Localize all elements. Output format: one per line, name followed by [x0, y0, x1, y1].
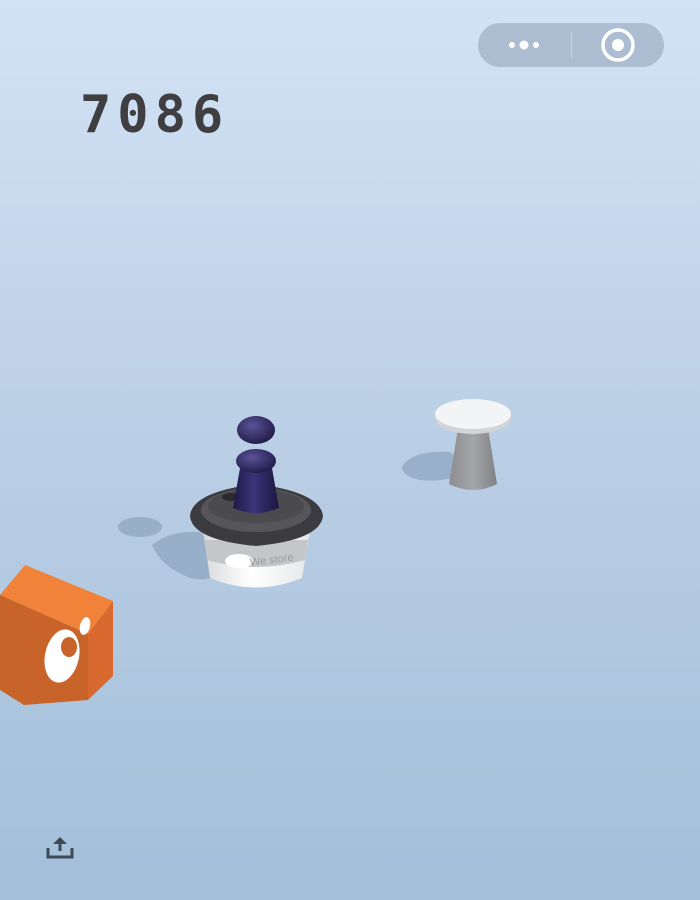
player-head — [237, 416, 275, 444]
player-piece[interactable] — [233, 416, 279, 513]
share-upload-icon — [46, 837, 74, 859]
share-button[interactable] — [44, 832, 76, 864]
orange-block[interactable] — [0, 565, 113, 705]
game-scene[interactable]: We store — [0, 0, 700, 900]
